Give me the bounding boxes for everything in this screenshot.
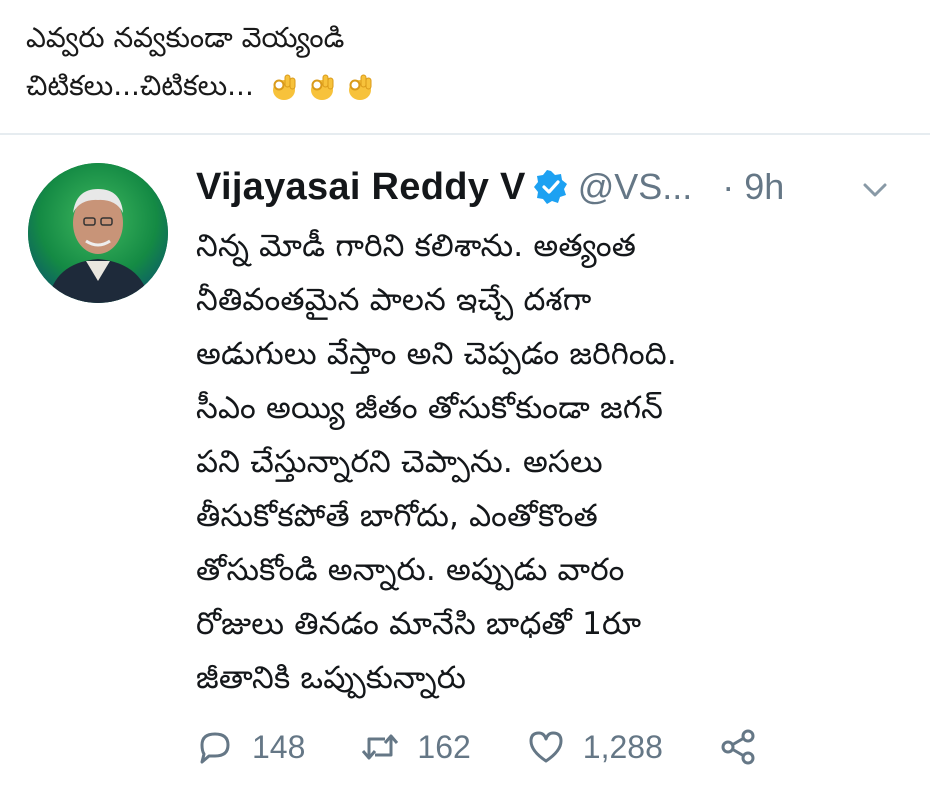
retweet-button[interactable]: 162 bbox=[361, 728, 471, 766]
share-button[interactable] bbox=[719, 729, 757, 765]
caption-line-1: ఎవ్వరు నవ్వకుండా వెయ్యండి bbox=[26, 21, 345, 54]
like-button[interactable]: 1,288 bbox=[527, 729, 663, 766]
like-count: 1,288 bbox=[582, 728, 663, 765]
reply-button[interactable]: 148 bbox=[196, 729, 305, 766]
display-name[interactable]: Vijayasai Reddy V bbox=[196, 166, 526, 209]
tweet-text-line: తోసుకోండి అన్నారు. అప్పుడు వారం bbox=[196, 552, 625, 588]
avatar[interactable] bbox=[28, 163, 168, 303]
share-icon bbox=[721, 729, 755, 765]
tweet-card[interactable]: Vijayasai Reddy V @VS... · 9h నిన్న మోడీ… bbox=[0, 135, 930, 800]
avatar-portrait bbox=[28, 163, 168, 303]
ok-hand-emoji-icon bbox=[310, 74, 334, 100]
caption-line-2-text: చిటికలు...చిటికలు... bbox=[26, 69, 254, 102]
ok-hand-emoji-icon bbox=[272, 74, 296, 100]
tweet-text-line: రోజులు తినడం మానేసి బాధతో 1రూ bbox=[196, 606, 642, 642]
tweet-header: Vijayasai Reddy V @VS... · 9h bbox=[196, 163, 784, 211]
chevron-down-icon[interactable] bbox=[862, 181, 888, 199]
emoji-row bbox=[269, 72, 375, 102]
post-caption: ఎవ్వరు నవ్వకుండా వెయ్యండి చిటికలు...చిటి… bbox=[26, 14, 906, 110]
timestamp[interactable]: · 9h bbox=[722, 166, 784, 208]
ok-hand-emoji-icon bbox=[348, 74, 372, 100]
tweet-actions: 148 162 1,288 bbox=[196, 725, 813, 769]
retweet-icon bbox=[362, 734, 399, 760]
user-handle[interactable]: @VS... bbox=[578, 166, 693, 208]
heart-icon bbox=[529, 731, 563, 763]
verified-badge-icon bbox=[533, 170, 567, 204]
reply-icon bbox=[200, 732, 230, 764]
tweet-text-line: తీసుకోకపోతే బాగోదు, ఎంతోకొంత bbox=[196, 498, 598, 534]
retweet-count: 162 bbox=[417, 728, 471, 765]
tweet-text-line: నీతివంతమైన పాలన ఇచ్చే దశగా bbox=[196, 282, 592, 318]
caption-line-2: చిటికలు...చిటికలు... bbox=[26, 62, 906, 110]
tweet-text-line: నిన్న మోడీ గారిని కలిశాను. అత్యంత bbox=[196, 228, 637, 264]
tweet-text-line: పని చేస్తున్నారని చెప్పాను. అసలు bbox=[196, 444, 603, 480]
reply-count: 148 bbox=[252, 728, 306, 765]
tweet-text-line: జీతానికి ఒప్పుకున్నారు bbox=[196, 660, 467, 696]
tweet-text: నిన్న మోడీ గారిని కలిశాను. అత్యంత నీతివం… bbox=[196, 219, 856, 705]
tweet-text-line: సీఎం అయ్యి జీతం తోసుకోకుండా జగన్ bbox=[196, 390, 664, 426]
tweet-text-line: అడుగులు వేస్తాం అని చెప్పడం జరిగింది. bbox=[196, 336, 677, 372]
